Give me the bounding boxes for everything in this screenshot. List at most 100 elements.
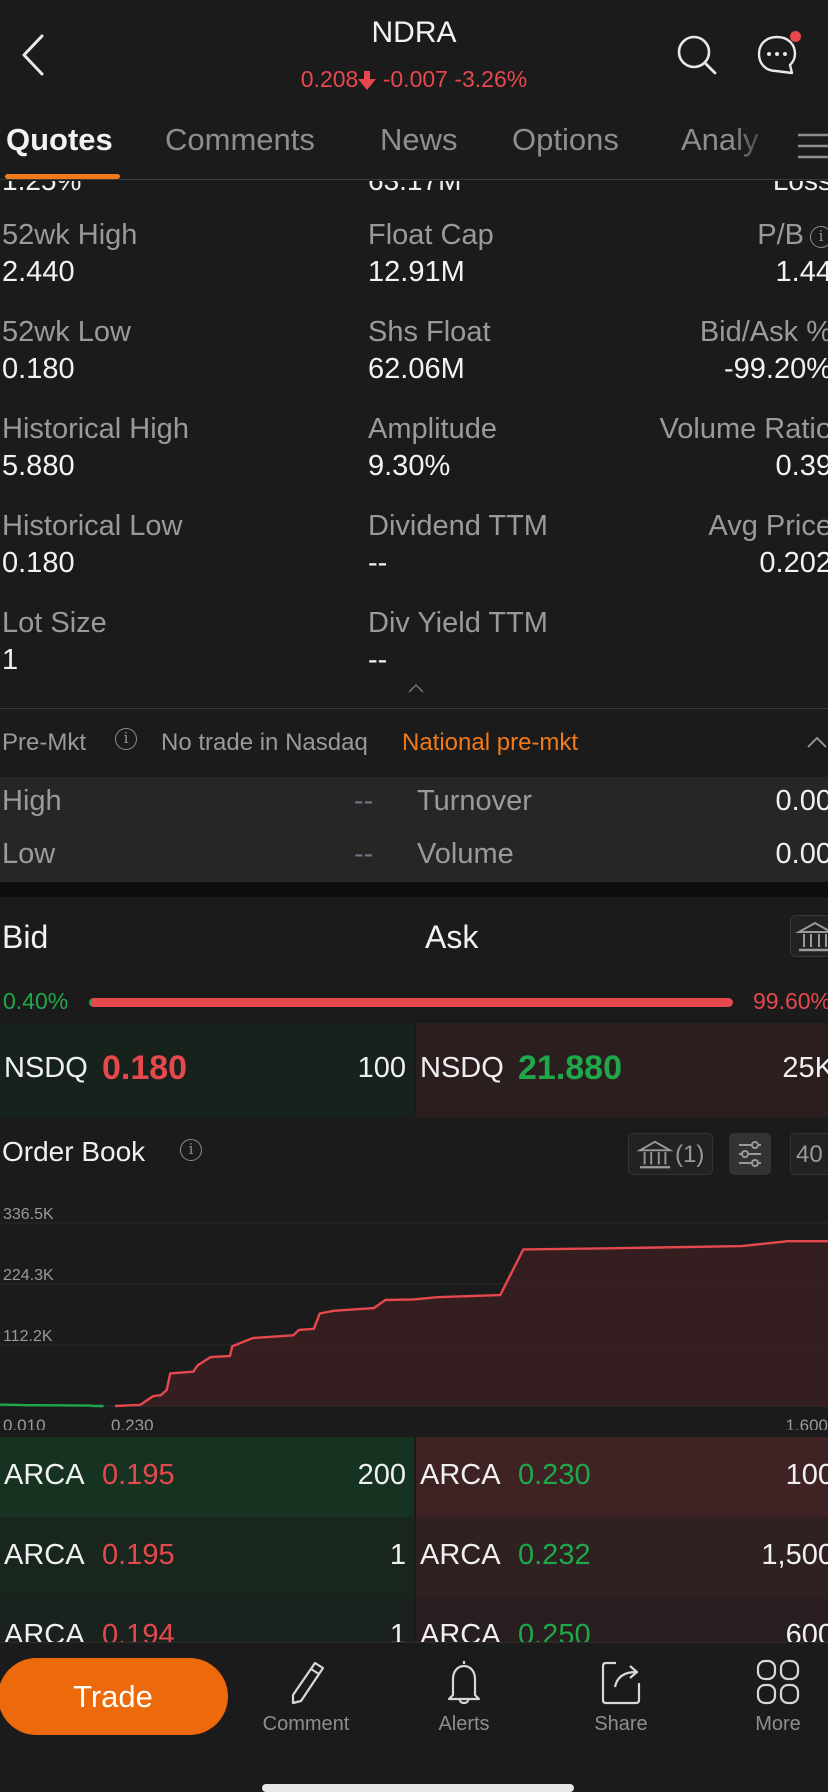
stat-label: 52wk High bbox=[2, 219, 138, 251]
bid-size: 1 bbox=[389, 1619, 406, 1642]
y-tick-label: 112.2K bbox=[3, 1328, 53, 1345]
order-book-title: Order Book bbox=[2, 1136, 146, 1167]
bid-exchange: NSDQ bbox=[4, 1052, 88, 1084]
stat-pb: P/B i 1.44 bbox=[532, 219, 828, 289]
ask-price: 0.230 bbox=[518, 1459, 591, 1491]
stat-volume-ratio: Volume Ratio 0.39 bbox=[532, 413, 828, 483]
premarket-key: Turnover bbox=[417, 785, 532, 817]
ask-exchange: NSDQ bbox=[420, 1052, 504, 1084]
price-change-pct: -3.26% bbox=[454, 66, 528, 92]
order-ask[interactable]: ARCA 0.230 100 bbox=[416, 1437, 828, 1517]
order-book-filter-button[interactable] bbox=[729, 1133, 771, 1175]
order-row: ARCA 0.194 1 ARCA 0.250 600 bbox=[0, 1597, 828, 1642]
stat-label: Lot Size bbox=[2, 607, 107, 639]
ask-exchange: ARCA bbox=[420, 1619, 501, 1642]
x-tick-label: 0.010 bbox=[3, 1416, 46, 1430]
order-bid[interactable]: ARCA 0.194 1 bbox=[0, 1597, 414, 1642]
stat-bid-ask-pct: Bid/Ask % -99.20% bbox=[532, 316, 828, 386]
ask-exchange: ARCA bbox=[420, 1539, 501, 1571]
stat-value: 0.180 bbox=[2, 547, 75, 579]
best-bid-offer: NSDQ 0.180 100 NSDQ 21.880 25K bbox=[0, 1023, 828, 1118]
search-icon bbox=[677, 35, 717, 75]
ask-percent: 99.60% bbox=[752, 988, 828, 1014]
stat-label: Div Yield TTM bbox=[368, 607, 548, 639]
home-indicator bbox=[262, 1784, 574, 1792]
info-icon[interactable]: i bbox=[180, 1139, 202, 1161]
bid-price: 0.180 bbox=[102, 1049, 188, 1087]
premarket-label: Pre-Mkt bbox=[2, 729, 86, 756]
info-icon[interactable]: i bbox=[810, 226, 828, 248]
stat-div-yield-ttm: Div Yield TTM -- bbox=[368, 607, 668, 677]
premarket-value: 0.00 bbox=[775, 838, 828, 870]
share-label: Share bbox=[594, 1713, 648, 1735]
stat-value: 0.202 bbox=[759, 547, 828, 579]
order-bid[interactable]: ARCA 0.195 200 bbox=[0, 1437, 414, 1517]
bid-ask-ratio: 0.40% 99.60% bbox=[0, 985, 828, 1021]
premarket-value: -- bbox=[354, 838, 374, 870]
alerts-label: Alerts bbox=[438, 1713, 490, 1735]
premarket-header: Pre-Mkt i No trade in Nasdaq National pr… bbox=[0, 709, 828, 776]
comment-button[interactable]: Comment bbox=[246, 1657, 366, 1752]
stat-label: Volume Ratio bbox=[659, 413, 828, 445]
stat-avg-price: Avg Price 0.202 bbox=[532, 510, 828, 580]
last-price: 0.208 bbox=[300, 66, 359, 92]
tab-comments[interactable]: Comments bbox=[165, 122, 315, 158]
order-ask[interactable]: ARCA 0.232 1,500 bbox=[416, 1517, 828, 1597]
info-icon[interactable]: i bbox=[115, 728, 137, 750]
tab-news[interactable]: News bbox=[380, 122, 458, 158]
stat-historical-low: Historical Low 0.180 bbox=[2, 510, 302, 580]
premarket-stats: High -- Turnover 0.00 Low -- Volume 0.00 bbox=[0, 777, 828, 882]
national-premarket-link[interactable]: National pre-mkt bbox=[402, 729, 578, 757]
stat-value-cut: 1.25% bbox=[2, 181, 81, 197]
bid-depth-line bbox=[0, 1403, 104, 1408]
menu-icon bbox=[798, 133, 828, 159]
depth-value: 40 bbox=[796, 1141, 823, 1168]
x-tick-label: 1.600 bbox=[785, 1416, 828, 1430]
y-tick-label: 336.5K bbox=[3, 1206, 54, 1223]
collapse-stats-button[interactable] bbox=[407, 681, 425, 693]
stat-value-cut: 63.17M bbox=[368, 181, 461, 197]
tab-analysis[interactable]: Analy bbox=[681, 122, 759, 158]
order-book-depth-button[interactable]: 40 bbox=[790, 1133, 828, 1175]
stock-header: NDRA 0.208 -0.007 -3.26% bbox=[0, 0, 828, 110]
notification-dot bbox=[790, 31, 801, 42]
stat-value-cut: Loss bbox=[773, 181, 828, 197]
more-label: More bbox=[755, 1713, 801, 1735]
premarket-key: High bbox=[2, 785, 62, 817]
collapse-premarket-button[interactable] bbox=[806, 735, 828, 749]
trade-button[interactable]: Trade bbox=[0, 1658, 228, 1735]
more-button[interactable]: More bbox=[718, 1657, 828, 1752]
share-button[interactable]: Share bbox=[561, 1657, 681, 1752]
ask-size: 25K bbox=[782, 1052, 828, 1084]
stat-value: 5.880 bbox=[2, 450, 75, 482]
best-ask[interactable]: NSDQ 21.880 25K bbox=[416, 1023, 828, 1118]
exchange-button[interactable] bbox=[790, 915, 828, 957]
chevron-up-icon bbox=[408, 683, 424, 693]
ratio-bar-ask bbox=[91, 998, 733, 1007]
premarket-status: No trade in Nasdaq bbox=[161, 729, 368, 756]
bid-percent: 0.40% bbox=[3, 988, 69, 1014]
alerts-button[interactable]: Alerts bbox=[404, 1657, 524, 1752]
exchange-count: (1) bbox=[675, 1141, 705, 1168]
tab-options[interactable]: Options bbox=[512, 122, 619, 158]
pencil-icon bbox=[291, 1661, 325, 1705]
stat-label: P/B bbox=[757, 219, 804, 251]
premarket-value: 0.00 bbox=[775, 785, 828, 817]
order-ask[interactable]: ARCA 0.250 600 bbox=[416, 1597, 828, 1642]
order-bid[interactable]: ARCA 0.195 1 bbox=[0, 1517, 414, 1597]
best-bid[interactable]: NSDQ 0.180 100 bbox=[0, 1023, 414, 1118]
stat-label: Historical Low bbox=[2, 510, 183, 542]
tabs-menu-button[interactable] bbox=[796, 126, 828, 166]
stat-value: -- bbox=[368, 644, 388, 676]
search-button[interactable] bbox=[674, 32, 720, 78]
bid-ask-header: Bid Ask bbox=[0, 897, 828, 987]
tab-quotes[interactable]: Quotes bbox=[6, 122, 113, 158]
bid-price: 0.195 bbox=[102, 1459, 175, 1491]
bid-size: 200 bbox=[357, 1459, 406, 1491]
stat-value: 1 bbox=[2, 644, 19, 676]
stat-value: 2.440 bbox=[2, 256, 75, 288]
ask-depth-area bbox=[115, 1241, 828, 1406]
bid-label: Bid bbox=[2, 919, 49, 955]
bid-exchange: ARCA bbox=[4, 1459, 85, 1491]
order-book-exchange-button[interactable]: (1) bbox=[628, 1133, 713, 1175]
